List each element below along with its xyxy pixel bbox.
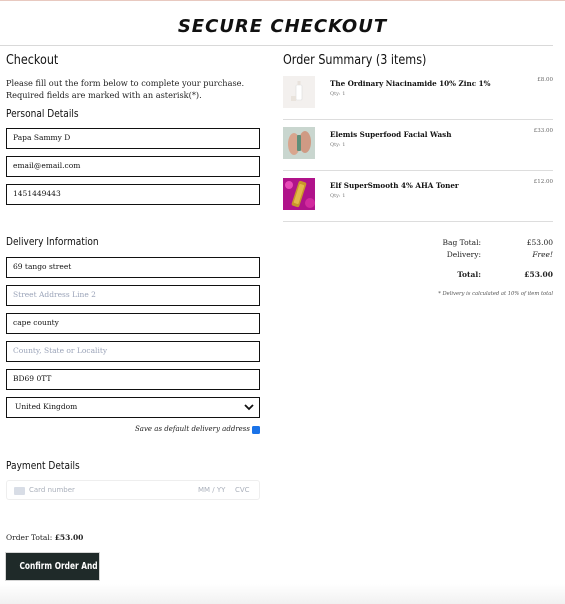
personal-details-heading: Personal Details [6, 108, 79, 120]
item-name: The Ordinary Niacinamide 10% Zinc 1% [330, 79, 491, 88]
page-title: SECURE CHECKOUT [177, 16, 388, 37]
save-default-checkbox[interactable] [252, 426, 260, 440]
product-image [283, 127, 315, 159]
product-image [283, 178, 315, 210]
card-input[interactable]: Card number MM / YY CVC [6, 480, 260, 500]
phone-field[interactable]: 1451449443 [6, 184, 260, 205]
total-value: £53.00 [524, 270, 553, 279]
footer-fade [0, 584, 565, 604]
bag-total-value: £53.00 [526, 238, 553, 247]
product-image [283, 76, 315, 108]
delivery-value: Free! [532, 250, 553, 259]
checkout-heading: Checkout [6, 53, 59, 68]
item-qty: Qty: 1 [330, 193, 346, 199]
country-select-value: United Kingdom [15, 402, 78, 411]
checkmark-icon [253, 434, 260, 440]
bag-total-label: Bag Total: [442, 238, 481, 247]
total-label: Total: [457, 270, 481, 279]
save-default-label: Save as default delivery address [135, 425, 250, 433]
item-divider [283, 170, 553, 171]
address-line2-field[interactable]: Street Address Line 2 [6, 285, 260, 306]
postcode-field[interactable]: BD69 0TT [6, 369, 260, 390]
checkout-intro: Please fill out the form below to comple… [6, 78, 245, 100]
order-total-value: £53.00 [54, 533, 84, 542]
card-expiry-placeholder: MM / YY [198, 486, 226, 494]
item-qty: Qty: 1 [330, 142, 346, 148]
order-summary-heading: Order Summary (3 items) [283, 53, 427, 68]
order-total: Order Total: £53.00 [6, 533, 83, 542]
full-name-field[interactable]: Papa Sammy D [6, 128, 260, 149]
card-icon [14, 487, 25, 495]
delivery-label: Delivery: [446, 250, 481, 259]
order-total-label: Order Total: [6, 533, 53, 542]
item-qty: Qty: 1 [330, 91, 346, 97]
country-select[interactable]: United Kingdom [6, 397, 260, 418]
item-price: £8.00 [537, 77, 553, 83]
item-divider [283, 119, 553, 120]
item-name: Elf SuperSmooth 4% AHA Toner [330, 181, 459, 190]
delivery-info-heading: Delivery Information [6, 236, 99, 248]
card-cvc-placeholder: CVC [235, 486, 250, 494]
item-name: Elemis Superfood Facial Wash [330, 130, 452, 139]
town-field[interactable]: cape county [6, 313, 260, 334]
payment-details-heading: Payment Details [6, 460, 80, 472]
item-divider [283, 221, 553, 222]
item-price: £33.00 [533, 128, 553, 134]
confirm-order-button[interactable]: Confirm Order And Pay [6, 553, 115, 580]
email-field[interactable]: email@email.com [6, 156, 260, 177]
county-field[interactable]: County, State or Locality [6, 341, 260, 362]
address-line1-field[interactable]: 69 tango street [6, 257, 260, 278]
header-divider [0, 45, 553, 46]
card-number-placeholder: Card number [29, 486, 75, 494]
top-accent-line [0, 0, 565, 1]
delivery-note: * Delivery is calculated at 10% of item … [438, 291, 553, 297]
item-price: £12.00 [533, 179, 553, 185]
chevron-down-icon [244, 404, 254, 411]
